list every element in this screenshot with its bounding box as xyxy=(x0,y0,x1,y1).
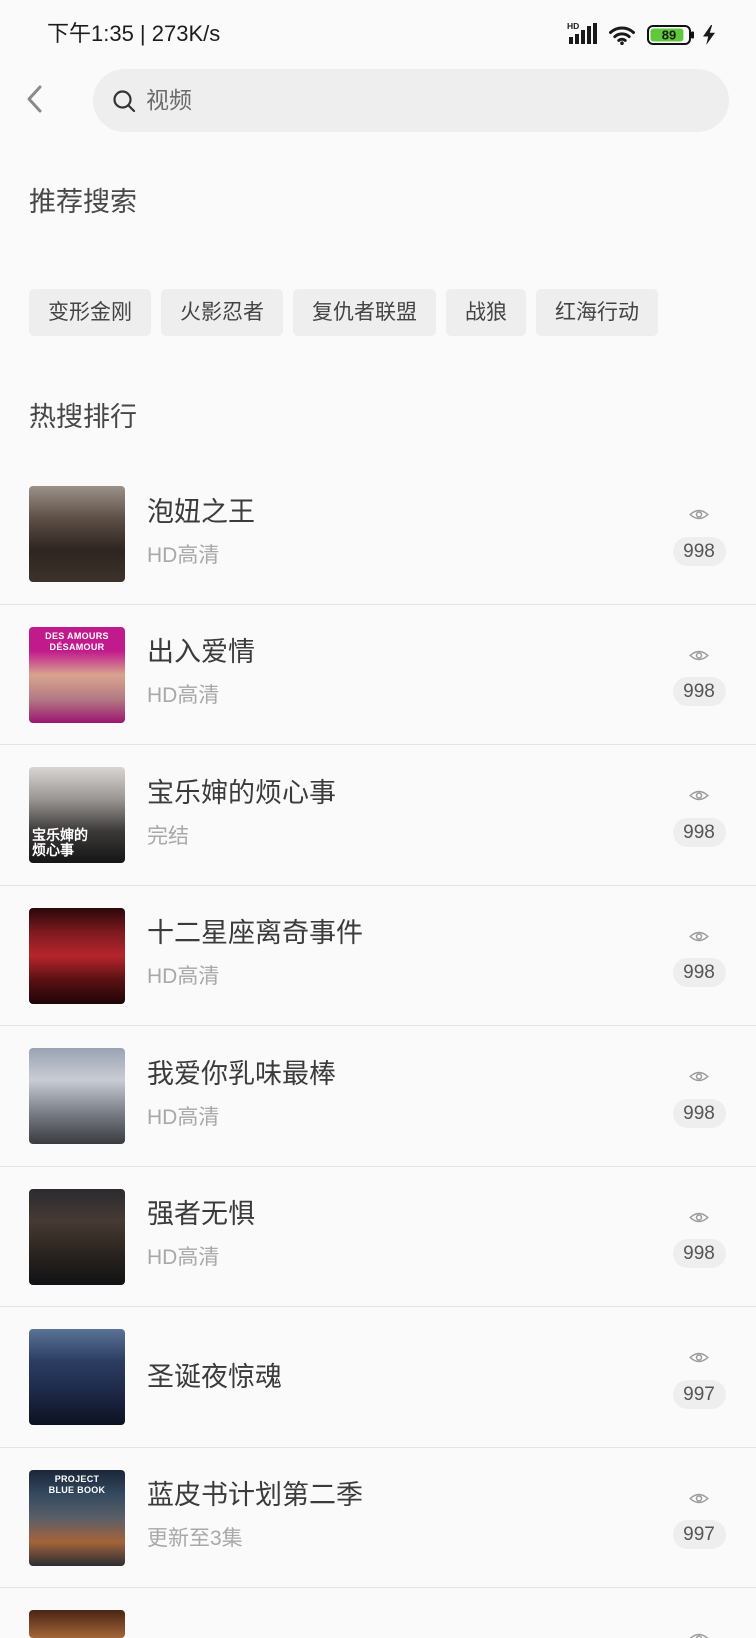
chevron-left-icon[interactable] xyxy=(24,84,46,114)
eye-icon xyxy=(689,1351,709,1364)
poster-thumbnail xyxy=(29,907,125,1004)
hot-ranking-list: 泡妞之王 HD高清 998 DES AMOURS DÉSAMOUR 出入爱情 HD高清 998… xyxy=(0,464,756,1638)
hot-list-item[interactable]: 我爱你乳味最棒 HD高清 998 xyxy=(0,1026,756,1167)
view-count-badge: 998 xyxy=(672,958,726,987)
poster-text-line: DÉSAMOUR xyxy=(49,641,105,652)
eye-icon xyxy=(689,649,709,662)
eye-icon xyxy=(689,930,709,943)
recommended-search-heading: 推荐搜索 xyxy=(29,187,137,217)
poster-thumbnail xyxy=(29,486,125,582)
item-subtitle: HD高清 xyxy=(147,543,220,567)
search-tag[interactable]: 复仇者联盟 xyxy=(293,289,436,336)
poster-thumbnail: 宝乐婶的 烦心事 xyxy=(29,767,125,863)
view-count-badge: 998 xyxy=(672,1239,726,1268)
item-title: 出入爱情 xyxy=(147,637,255,668)
item-title: 十二星座离奇事件 xyxy=(147,918,363,949)
view-count-badge: 998 xyxy=(672,817,726,847)
poster-thumbnail xyxy=(29,1610,125,1638)
poster-thumbnail: DES AMOURS DÉSAMOUR xyxy=(29,626,125,723)
status-time-speed: 下午1:35 | 273K/s xyxy=(47,21,221,46)
eye-icon xyxy=(689,1211,709,1224)
item-subtitle: HD高清 xyxy=(147,1105,220,1129)
eye-icon xyxy=(689,508,709,521)
poster-text-line: DES AMOURS xyxy=(45,630,109,641)
search-icon xyxy=(113,90,136,113)
poster-caption: 宝乐婶的 烦心事 xyxy=(32,828,125,858)
eye-icon xyxy=(689,789,709,802)
hot-list-item[interactable]: PROJECT BLUE BOOK 蓝皮书计划第二季更新至3集 997 xyxy=(0,1448,756,1588)
item-title: 蓝皮书计划第二季 xyxy=(147,1480,363,1511)
item-subtitle: HD高清 xyxy=(147,684,220,707)
poster-thumbnail xyxy=(29,1048,125,1144)
item-title: 泡妞之王 xyxy=(147,496,255,527)
poster-text-line: PROJECT xyxy=(54,1473,100,1484)
eye-icon xyxy=(689,1492,709,1505)
poster-text-line: 烦心事 xyxy=(32,842,74,858)
search-input[interactable] xyxy=(146,69,706,132)
battery-icon: 89 xyxy=(647,25,694,45)
hot-list-item[interactable]: 强者无惧 HD高清 998 xyxy=(0,1167,756,1307)
hot-list-item[interactable]: 宝乐婶的 烦心事 宝乐婶的烦心事 完结 998 xyxy=(0,745,756,886)
hot-list-item[interactable] xyxy=(0,1588,756,1638)
search-bar[interactable] xyxy=(93,69,729,132)
signal-icon: HD xyxy=(567,21,597,44)
view-count-badge: 998 xyxy=(672,536,726,566)
eye-icon xyxy=(689,1632,709,1638)
item-title: 我爱你乳味最棒 xyxy=(147,1058,336,1089)
search-tag[interactable]: 变形金刚 xyxy=(29,289,151,336)
poster-caption: PROJECT BLUE BOOK xyxy=(29,1474,125,1496)
view-count-badge: 997 xyxy=(672,1520,726,1549)
network-type-label: HD xyxy=(567,21,579,31)
poster-thumbnail: PROJECT BLUE BOOK xyxy=(29,1469,125,1566)
poster-caption: DES AMOURS DÉSAMOUR xyxy=(29,631,125,653)
search-tag[interactable]: 红海行动 xyxy=(536,289,658,336)
hot-list-item[interactable]: 十二星座离奇事件 HD高清 998 xyxy=(0,886,756,1026)
item-title: 宝乐婶的烦心事 xyxy=(147,777,336,808)
item-title: 强者无惧 xyxy=(147,1199,255,1230)
search-tag[interactable]: 火影忍者 xyxy=(161,289,283,336)
item-subtitle: HD高清 xyxy=(147,1246,220,1269)
item-title: 圣诞夜惊魂 xyxy=(147,1362,282,1392)
poster-text-line: 宝乐婶的 xyxy=(32,827,88,843)
hot-list-item[interactable]: DES AMOURS DÉSAMOUR 出入爱情 HD高清 998 xyxy=(0,605,756,745)
recommended-tags: 变形金刚 火影忍者 复仇者联盟 战狼 红海行动 xyxy=(29,289,658,336)
poster-text-line: BLUE BOOK xyxy=(48,1484,106,1495)
wifi-icon xyxy=(609,26,635,45)
search-tag[interactable]: 战狼 xyxy=(446,289,526,336)
view-count-badge: 998 xyxy=(672,677,726,706)
hot-list-item[interactable]: 泡妞之王 HD高清 998 xyxy=(0,464,756,605)
item-subtitle: 更新至3集 xyxy=(147,1527,243,1550)
battery-level-text: 89 xyxy=(662,28,676,43)
view-count-badge: 998 xyxy=(672,1098,726,1128)
charging-bolt-icon xyxy=(703,25,715,45)
item-subtitle: 完结 xyxy=(147,824,189,848)
hot-ranking-heading: 热搜排行 xyxy=(29,402,137,432)
view-count-badge: 997 xyxy=(672,1379,726,1409)
eye-icon xyxy=(689,1070,709,1083)
poster-thumbnail xyxy=(29,1329,125,1425)
hot-list-item[interactable]: 圣诞夜惊魂 997 xyxy=(0,1307,756,1448)
poster-thumbnail xyxy=(29,1188,125,1285)
item-subtitle: HD高清 xyxy=(147,965,220,988)
